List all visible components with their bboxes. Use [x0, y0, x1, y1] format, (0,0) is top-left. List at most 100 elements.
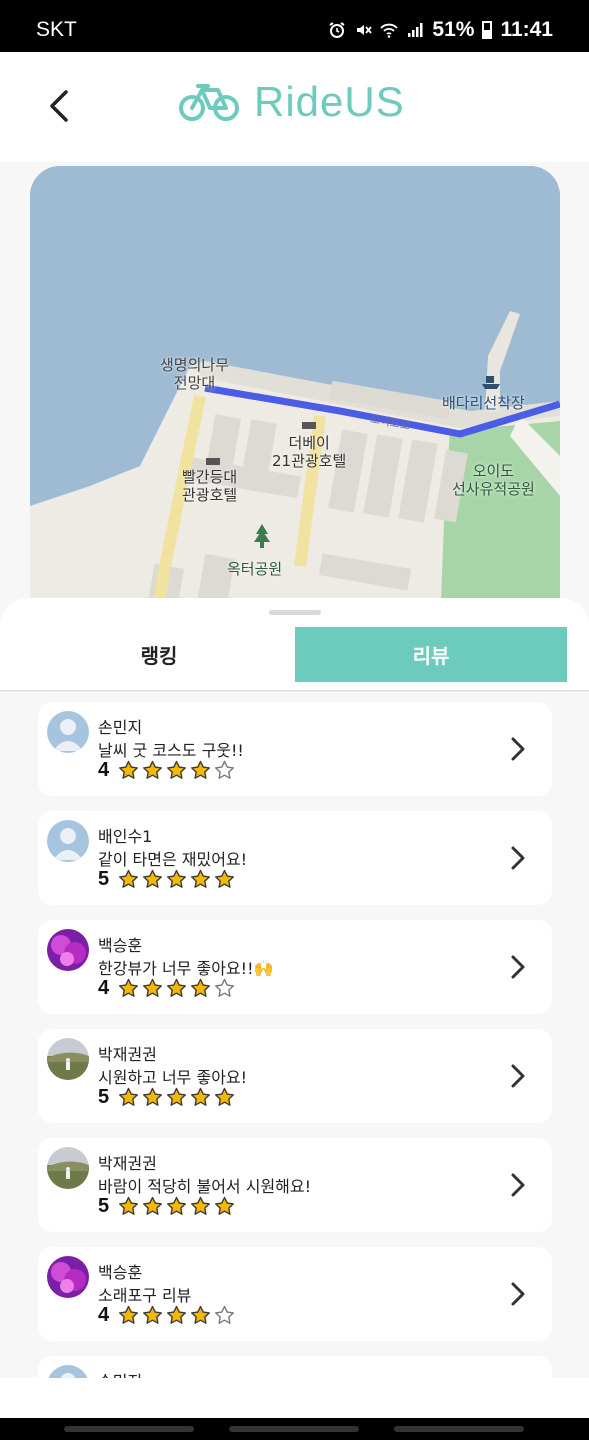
rating-value: 5	[98, 868, 110, 890]
chevron-right-icon[interactable]	[510, 845, 526, 871]
star-filled-icon	[191, 1305, 211, 1324]
map-label-oido-park: 오이도 선사유적공원	[452, 462, 535, 498]
status-indicators: 51% 11:41	[328, 18, 553, 42]
review-comment: 같이 타면은 재밌어요!	[98, 850, 248, 869]
chevron-right-icon[interactable]	[510, 1281, 526, 1307]
star-filled-icon	[119, 1087, 139, 1106]
app-logo: RideUS	[178, 78, 405, 126]
rating-value: 5	[98, 1195, 110, 1217]
review-card[interactable]: 손민지	[38, 1356, 552, 1378]
rating-row: 4	[98, 759, 235, 782]
reviewer-name: 박재권권	[98, 1045, 157, 1064]
mute-icon	[357, 25, 373, 35]
avatar	[47, 1038, 89, 1080]
review-card[interactable]: 백승훈한강뷰가 너무 좋아요!!🙌 4	[38, 920, 552, 1014]
tab-bar: 랭킹 리뷰	[0, 626, 589, 692]
battery-icon	[482, 21, 493, 39]
alarm-icon	[329, 22, 345, 38]
star-empty-icon	[215, 978, 235, 997]
star-filled-icon	[191, 1196, 211, 1215]
review-card[interactable]: 박재권권시원하고 너무 좋아요! 5	[38, 1029, 552, 1123]
star-filled-icon	[167, 1087, 187, 1106]
sheet-drag-handle[interactable]	[269, 610, 321, 615]
map-label-tree-observatory: 생명의나무 전망대	[160, 356, 230, 392]
star-filled-icon	[215, 1087, 235, 1106]
battery-percent: 51%	[432, 18, 475, 41]
reviewer-name: 백승훈	[98, 936, 143, 955]
map-label-pier: 배다리선착장	[442, 394, 525, 412]
star-filled-icon	[167, 1196, 187, 1215]
avatar	[47, 929, 89, 971]
star-filled-icon	[191, 978, 211, 997]
map-label-oktuh-park: 옥터공원	[227, 560, 283, 578]
star-filled-icon	[191, 869, 211, 888]
star-filled-icon	[119, 760, 139, 779]
star-filled-icon	[143, 978, 163, 997]
tab-ranking[interactable]: 랭킹	[22, 627, 296, 682]
star-filled-icon	[119, 1196, 139, 1215]
map-label-lighthouse-hotel: 빨간등대 관광호텔	[182, 468, 238, 504]
map-label-bay-hotel: 더베이 21관광호텔	[272, 434, 347, 470]
star-filled-icon	[167, 760, 187, 779]
reviewer-name: 손민지	[98, 1368, 142, 1378]
review-card[interactable]: 배인수1 같이 타면은 재밌어요! 5	[38, 811, 552, 905]
star-filled-icon	[143, 869, 163, 888]
star-filled-icon	[191, 1087, 211, 1106]
star-empty-icon	[215, 760, 235, 779]
review-card[interactable]: 백승훈소래포구 리뷰 4	[38, 1247, 552, 1341]
chevron-right-icon[interactable]	[510, 1172, 526, 1198]
bottom-spacer	[0, 1378, 589, 1418]
reviewer-name: 백승훈	[98, 1263, 143, 1282]
signal-icon	[408, 23, 423, 37]
rating-row: 4	[98, 1304, 235, 1327]
back-button[interactable]	[42, 82, 82, 130]
star-filled-icon	[143, 1305, 163, 1324]
nav-home-button[interactable]	[229, 1426, 359, 1432]
chevron-right-icon[interactable]	[510, 1063, 526, 1089]
star-filled-icon	[191, 760, 211, 779]
avatar	[47, 820, 89, 862]
review-card[interactable]: 박재권권바람이 적당히 불어서 시원해요! 5	[38, 1138, 552, 1232]
review-comment: 소래포구 리뷰	[98, 1286, 192, 1305]
review-list[interactable]: 손민지 날씨 굿 코스도 구웃!! 4 배인수1 같이 타면은 재밌어요! 5 백승훈 한강뷰…	[0, 693, 589, 1378]
route-map[interactable]: 생명의나무 전망대 배다리선착장 더베이 21관광호텔 빨간등대 관광호텔 오이…	[30, 166, 560, 626]
clock: 11:41	[500, 18, 553, 41]
wifi-icon	[380, 23, 399, 38]
review-comment: 날씨 굿 코스도 구웃!!	[98, 741, 244, 760]
rating-value: 4	[98, 759, 110, 781]
review-comment: 한강뷰가 너무 좋아요!!🙌	[98, 959, 274, 978]
star-filled-icon	[143, 1196, 163, 1215]
chevron-right-icon[interactable]	[510, 736, 526, 762]
carrier-label: SKT	[36, 18, 77, 41]
reviewer-name: 박재권권	[98, 1154, 157, 1173]
star-filled-icon	[167, 1305, 187, 1324]
rating-row: 4	[98, 977, 235, 1000]
review-card[interactable]: 손민지날씨 굿 코스도 구웃!! 4	[38, 702, 552, 796]
avatar	[47, 1365, 89, 1378]
review-comment: 바람이 적당히 불어서 시원해요!	[98, 1177, 312, 1196]
star-empty-icon	[215, 1305, 235, 1324]
chevron-right-icon[interactable]	[510, 954, 526, 980]
rating-row: 5	[98, 1086, 235, 1109]
bottom-sheet[interactable]: 랭킹 리뷰 손민지 날씨 굿 코스도 구웃!! 4 배인수1 같이 타면은 재밌어요! 5…	[0, 598, 589, 1378]
bicycle-icon	[179, 84, 239, 121]
star-filled-icon	[215, 869, 235, 888]
rating-row: 5	[98, 868, 235, 891]
avatar	[47, 1256, 89, 1298]
nav-back-button[interactable]	[394, 1426, 524, 1432]
app-header: RideUS	[0, 52, 589, 162]
nav-recent-button[interactable]	[64, 1426, 194, 1432]
status-bar: SKT 51% 11:41	[0, 0, 589, 52]
avatar	[47, 711, 89, 753]
star-filled-icon	[119, 978, 139, 997]
star-filled-icon	[119, 1305, 139, 1324]
avatar	[47, 1147, 89, 1189]
app-title: RideUS	[254, 78, 405, 125]
star-filled-icon	[143, 760, 163, 779]
rating-value: 4	[98, 977, 110, 999]
rating-value: 5	[98, 1086, 110, 1108]
reviewer-name: 손민지	[98, 718, 143, 737]
review-comment: 시원하고 너무 좋아요!	[98, 1068, 248, 1087]
star-filled-icon	[215, 1196, 235, 1215]
tab-review[interactable]: 리뷰	[295, 627, 567, 682]
